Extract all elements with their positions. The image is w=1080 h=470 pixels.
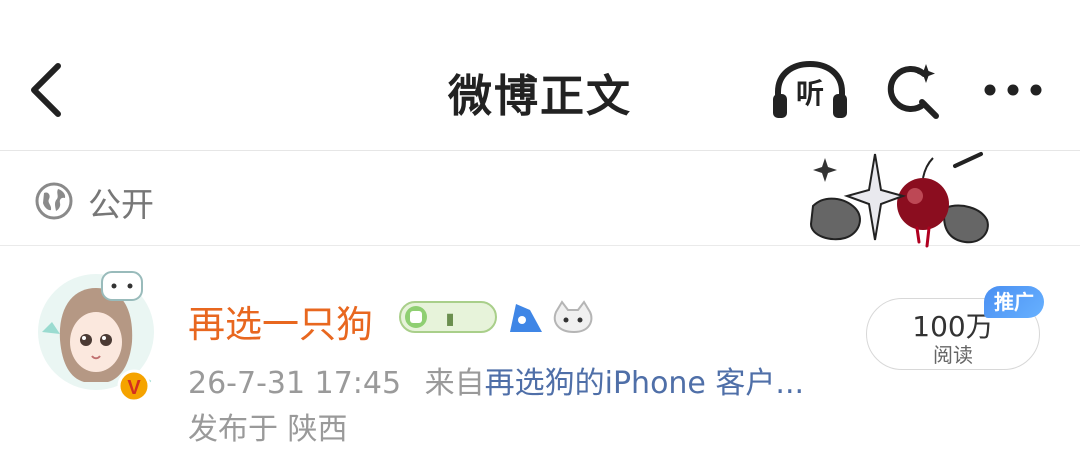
- listen-label: 听: [795, 77, 824, 110]
- source-prefix: 来自: [424, 366, 485, 401]
- source-link[interactable]: 再选狗的iPhone 客户...: [485, 366, 804, 401]
- svg-text:▮: ▮: [446, 309, 455, 328]
- listen-button[interactable]: 听: [770, 60, 850, 122]
- visibility-label: 公开: [88, 185, 154, 224]
- avatar: V: [38, 271, 154, 403]
- author-name[interactable]: 再选一只狗: [188, 294, 373, 348]
- search-button[interactable]: [880, 60, 942, 122]
- author-badges[interactable]: ▮: [398, 294, 598, 340]
- promo-tag: 推广: [984, 286, 1044, 318]
- cherry-chain-sticker-icon: [809, 152, 989, 248]
- more-options-button[interactable]: [980, 75, 1046, 105]
- badge-icons: ▮: [399, 300, 593, 334]
- post-location: 发布于 陕西: [188, 412, 348, 447]
- verified-v-icon: V: [127, 377, 141, 399]
- read-label: 阅读: [933, 343, 973, 367]
- author-avatar[interactable]: V: [30, 262, 160, 403]
- more-dots-icon: [984, 84, 1042, 96]
- decoration-sticker: [805, 150, 995, 250]
- globe-icon: [34, 181, 74, 221]
- weibo-post-detail-page: 微博正文 听 公开 V 再选一只狗 ▮ 26-7-31 17:45 来自再选狗的…: [0, 0, 1080, 470]
- post-meta-line: 26-7-31 17:45 来自再选狗的iPhone 客户...: [188, 358, 804, 402]
- post-timestamp: 26-7-31 17:45: [188, 366, 402, 401]
- search-spark-icon: [887, 64, 939, 119]
- top-nav-bar: 微博正文 听: [0, 0, 1080, 151]
